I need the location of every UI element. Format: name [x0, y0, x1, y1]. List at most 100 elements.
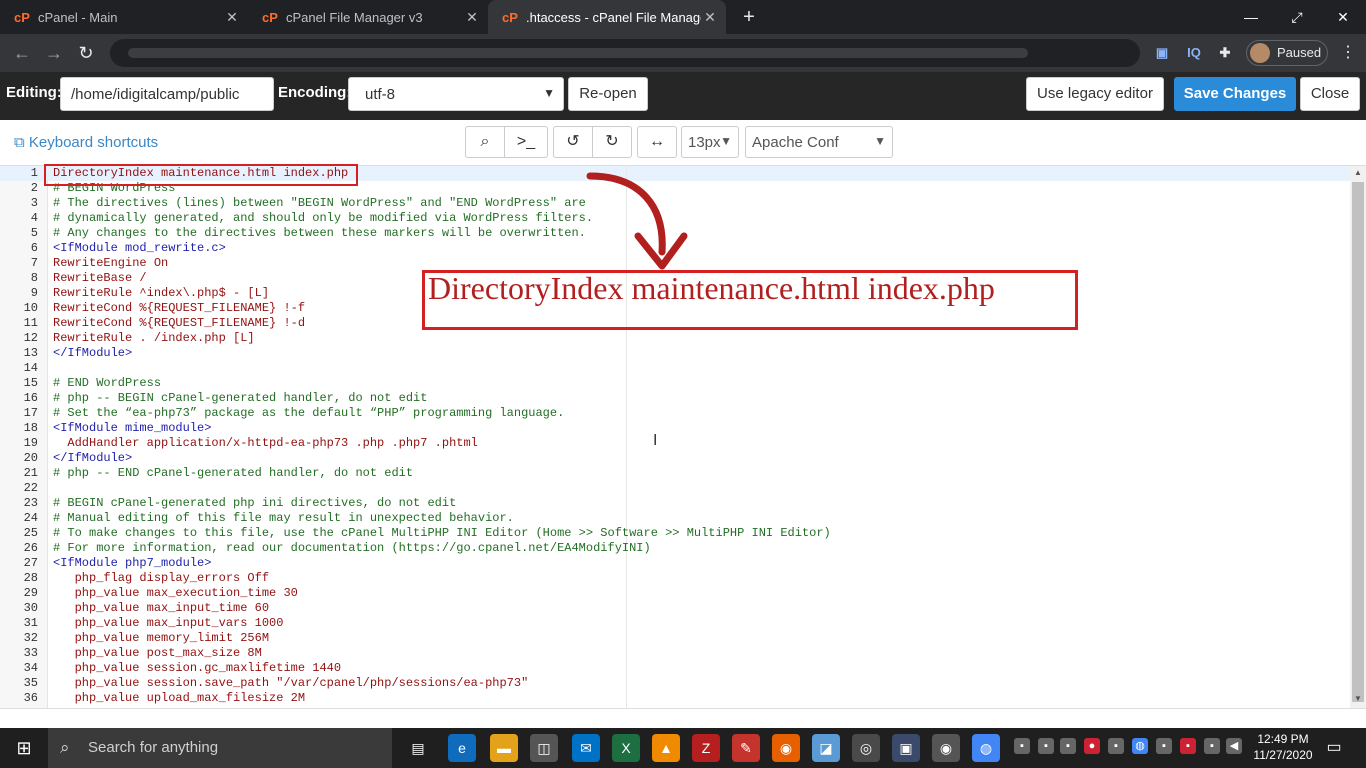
filezilla-icon[interactable]: Z	[692, 734, 720, 762]
line-number: 7	[30, 256, 38, 270]
notes-icon[interactable]: ◪	[812, 734, 840, 762]
code-line[interactable]: 13 </IfModule>	[0, 346, 1350, 361]
screen-capture-icon[interactable]: ▣	[1152, 42, 1172, 64]
remote-desktop-icon[interactable]: ▣	[892, 734, 920, 762]
windows-start-icon[interactable]: ⊞	[0, 728, 48, 768]
forward-icon[interactable]: →	[42, 41, 66, 65]
code-line[interactable]: 23 # BEGIN cPanel-generated php ini direc…	[0, 496, 1350, 511]
goto-line-button[interactable]: >_	[504, 126, 548, 158]
code-line[interactable]: 17 # Set the “ea-php73” package as the de…	[0, 406, 1350, 421]
encoding-value: utf-8	[365, 86, 396, 103]
code-line[interactable]: 28 php_flag display_errors Off	[0, 571, 1350, 586]
close-icon[interactable]: ✕	[702, 9, 718, 25]
tray-app-icon[interactable]: ▪	[1156, 738, 1172, 754]
code-line[interactable]: 24 # Manual editing of this file may resu…	[0, 511, 1350, 526]
search-button[interactable]: ⌕	[465, 126, 505, 158]
code-line[interactable]: 27 <IfModule php7_module>	[0, 556, 1350, 571]
line-number: 31	[23, 616, 38, 630]
code-line[interactable]: 22	[0, 481, 1350, 496]
mode-select[interactable]: Apache Conf ▼	[745, 126, 893, 158]
code-line[interactable]: 29 php_value max_execution_time 30	[0, 586, 1350, 601]
code-line[interactable]: 34 php_value session.gc_maxlifetime 1440	[0, 661, 1350, 676]
code-text: # dynamically generated, and should only…	[53, 211, 594, 225]
keyboard-shortcuts-link[interactable]: ⧉ Keyboard shortcuts	[14, 134, 158, 151]
legacy-editor-button[interactable]: Use legacy editor	[1026, 77, 1164, 111]
iq-extension-icon[interactable]: IQ	[1182, 42, 1206, 64]
media-icon[interactable]: ◉	[932, 734, 960, 762]
line-number: 2	[30, 181, 38, 195]
code-text: # The directives (lines) between "BEGIN …	[53, 196, 586, 210]
code-line[interactable]: 12 RewriteRule . /index.php [L]	[0, 331, 1350, 346]
code-text: php_value session.save_path "/var/cpanel…	[53, 676, 529, 690]
mail-icon[interactable]: ✉	[572, 734, 600, 762]
address-bar[interactable]	[110, 39, 1140, 67]
code-line[interactable]: 18 <IfModule mime_module>	[0, 421, 1350, 436]
code-line[interactable]: 15 # END WordPress	[0, 376, 1350, 391]
tab-cpanel-main[interactable]: cP cPanel - Main ✕	[0, 0, 248, 34]
redo-button[interactable]: ↻	[592, 126, 632, 158]
code-line[interactable]: 16 # php -- BEGIN cPanel-generated handle…	[0, 391, 1350, 406]
minimize-icon[interactable]: —	[1228, 0, 1274, 34]
chat-icon[interactable]: ✎	[732, 734, 760, 762]
tab-htaccess[interactable]: cP .htaccess - cPanel File Manager v ✕	[488, 0, 726, 34]
restore-icon[interactable]: ⤢	[1274, 0, 1320, 34]
file-explorer-icon[interactable]: ▬	[490, 734, 518, 762]
notification-icon[interactable]: ▭	[1322, 736, 1346, 760]
path-field[interactable]: /home/idigitalcamp/public	[60, 77, 274, 111]
code-text: RewriteRule ^index\.php$ - [L]	[53, 286, 270, 300]
undo-button[interactable]: ↺	[553, 126, 593, 158]
code-line[interactable]: 26 # For more information, read our docum…	[0, 541, 1350, 556]
code-line[interactable]: 33 php_value post_max_size 8M	[0, 646, 1350, 661]
more-menu-icon[interactable]: ⋮	[1340, 41, 1356, 65]
back-icon[interactable]: ←	[10, 41, 34, 65]
tab-file-manager[interactable]: cP cPanel File Manager v3 ✕	[248, 0, 488, 34]
close-button[interactable]: Close	[1300, 77, 1360, 111]
tray-app-icon[interactable]: ▪	[1108, 738, 1124, 754]
chrome-profile-icon[interactable]: ◎	[852, 734, 880, 762]
save-changes-button[interactable]: Save Changes	[1174, 77, 1296, 111]
tray-app-icon[interactable]: ▪	[1038, 738, 1054, 754]
tray-app-icon[interactable]: ▪	[1060, 738, 1076, 754]
edge-icon[interactable]: e	[448, 734, 476, 762]
system-clock[interactable]: 12:49 PM 11/27/2020	[1248, 731, 1318, 763]
close-icon[interactable]: ✕	[224, 9, 240, 25]
scroll-up-icon[interactable]: ▲	[1354, 168, 1362, 177]
task-view-icon[interactable]: ▤	[404, 734, 432, 762]
search-icon: ⌕	[60, 738, 70, 757]
excel-icon[interactable]: X	[612, 734, 640, 762]
code-text: # END WordPress	[53, 376, 162, 390]
encoding-select[interactable]: utf-8 ▼	[348, 77, 564, 111]
code-line[interactable]: 31 php_value max_input_vars 1000	[0, 616, 1350, 631]
new-tab-icon[interactable]: +	[738, 6, 760, 28]
close-icon[interactable]: ✕	[464, 9, 480, 25]
reload-icon[interactable]: ↻	[74, 41, 98, 65]
puzzle-icon[interactable]: ✚	[1214, 42, 1236, 64]
wrap-button[interactable]: ↔	[637, 126, 677, 158]
scroll-down-icon[interactable]: ▼	[1354, 694, 1362, 703]
chrome-icon[interactable]: ◍	[972, 734, 1000, 762]
vlc-icon[interactable]: ▲	[652, 734, 680, 762]
code-line[interactable]: 21 # php -- END cPanel-generated handler,…	[0, 466, 1350, 481]
code-line[interactable]: 30 php_value max_input_time 60	[0, 601, 1350, 616]
tray-app-icon[interactable]: ▪	[1014, 738, 1030, 754]
code-line[interactable]: 20 </IfModule>	[0, 451, 1350, 466]
tray-app-icon[interactable]: ▪	[1180, 738, 1196, 754]
code-line[interactable]: 36 php_value upload_max_filesize 2M	[0, 691, 1350, 706]
reopen-button[interactable]: Re-open	[568, 77, 648, 111]
code-line[interactable]: 25 # To make changes to this file, use th…	[0, 526, 1350, 541]
code-text: </IfModule>	[53, 451, 133, 465]
code-line[interactable]: 19 AddHandler application/x-httpd-ea-php…	[0, 436, 1350, 451]
store-icon[interactable]: ◫	[530, 734, 558, 762]
tray-chrome-icon[interactable]: ◍	[1132, 738, 1148, 754]
profile-button[interactable]: Paused	[1246, 40, 1328, 66]
taskbar-search[interactable]: ⌕ Search for anything	[48, 728, 392, 768]
firefox-icon[interactable]: ◉	[772, 734, 800, 762]
code-line[interactable]: 35 php_value session.save_path "/var/cpa…	[0, 676, 1350, 691]
tray-record-icon[interactable]: ●	[1084, 738, 1100, 754]
network-icon[interactable]: ▪	[1204, 738, 1220, 754]
code-line[interactable]: 14	[0, 361, 1350, 376]
volume-icon[interactable]: ◀	[1226, 738, 1242, 754]
code-line[interactable]: 32 php_value memory_limit 256M	[0, 631, 1350, 646]
font-size-select[interactable]: 13px ▼	[681, 126, 739, 158]
window-close-icon[interactable]: ✕	[1320, 0, 1366, 34]
